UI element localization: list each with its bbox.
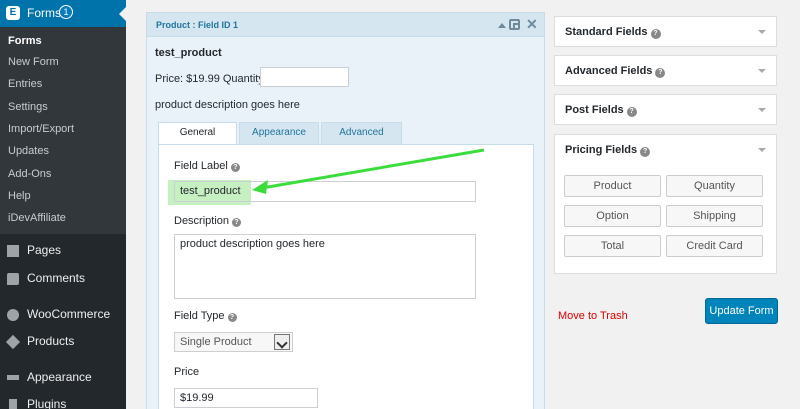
description-heading: Description? (174, 215, 242, 227)
add-option-button[interactable]: Option (564, 205, 661, 227)
sidebar-item-woocommerce[interactable]: WooCommerce (0, 306, 126, 328)
pin-icon (5, 334, 21, 350)
collapse-triangle-icon[interactable] (498, 23, 506, 28)
field-panel-header: Product : Field ID 1 ✕ (147, 13, 544, 37)
section-title: Standard Fields? (565, 26, 661, 39)
chevron-down-icon[interactable] (758, 148, 766, 152)
sidebar-item-comments[interactable]: Comments (0, 270, 126, 292)
tab-advanced[interactable]: Advanced (321, 122, 402, 144)
sidebar-item-label: Forms (27, 6, 61, 20)
help-icon[interactable]: ? (650, 29, 661, 39)
help-icon[interactable]: ? (227, 313, 237, 322)
forms-submenu: Forms New Form Entries Settings Import/E… (0, 27, 126, 234)
add-credit-card-button[interactable]: Credit Card (666, 235, 763, 257)
woocommerce-gear-icon (7, 309, 19, 321)
add-total-button[interactable]: Total (564, 235, 661, 257)
add-quantity-button[interactable]: Quantity (666, 175, 763, 197)
section-title: Pricing Fields? (565, 144, 651, 157)
submenu-import-export[interactable]: Import/Export (8, 123, 74, 135)
field-editor-panel: Product : Field ID 1 ✕ test_product Pric… (146, 12, 545, 409)
submenu-add-ons[interactable]: Add-Ons (8, 168, 51, 180)
chevron-down-icon (758, 108, 766, 112)
field-panel-title: Product : Field ID 1 (156, 20, 239, 30)
pricing-fields-section: Pricing Fields? Product Quantity Option … (554, 134, 777, 274)
help-icon[interactable]: ? (626, 107, 637, 117)
sidebar-item-pages[interactable]: Pages (0, 242, 126, 264)
field-type-select[interactable]: Single Product (174, 332, 293, 352)
price-input[interactable]: $19.99 (174, 388, 318, 408)
sidebar-item-appearance[interactable]: Appearance (0, 369, 126, 391)
preview-quantity-input[interactable] (260, 67, 349, 87)
tab-appearance[interactable]: Appearance (239, 122, 319, 144)
general-tab-content: Field Label? test_product Description? p… (158, 144, 534, 409)
sidebar-item-forms[interactable]: E Forms 1 (0, 0, 126, 27)
close-icon[interactable]: ✕ (526, 16, 538, 33)
sidebar-item-label: Appearance (27, 370, 92, 384)
duplicate-icon[interactable] (509, 19, 520, 30)
gravity-forms-icon: E (6, 6, 20, 20)
preview-description: product description goes here (155, 99, 300, 111)
description-textarea[interactable]: product description goes here (174, 234, 476, 299)
section-title: Advanced Fields? (565, 65, 666, 78)
pages-icon (7, 245, 19, 257)
chevron-down-icon (758, 30, 766, 34)
move-to-trash-link[interactable]: Move to Trash (558, 310, 628, 322)
sidebar-item-label: Plugins (27, 397, 67, 409)
help-icon[interactable]: ? (640, 147, 651, 157)
standard-fields-section[interactable]: Standard Fields? (554, 16, 777, 47)
field-type-heading: Field Type? (174, 310, 237, 322)
advanced-fields-section[interactable]: Advanced Fields? (554, 55, 777, 86)
preview-price-text: Price: $19.99 Quantity: (155, 73, 267, 85)
help-icon[interactable]: ? (232, 218, 242, 227)
preview-field-name: test_product (155, 47, 222, 59)
paintbrush-icon (7, 375, 19, 380)
submenu-help[interactable]: Help (8, 190, 31, 202)
current-menu-arrow (119, 7, 126, 21)
sidebar-item-label: Products (27, 334, 75, 348)
sidebar-item-label: WooCommerce (27, 307, 111, 321)
price-heading: Price (174, 366, 200, 378)
section-title: Post Fields? (565, 104, 637, 117)
add-shipping-button[interactable]: Shipping (666, 205, 763, 227)
help-icon[interactable]: ? (655, 68, 666, 78)
submenu-new-form[interactable]: New Form (8, 56, 59, 68)
comments-icon (7, 273, 19, 285)
submenu-forms[interactable]: Forms (8, 35, 42, 47)
tab-general[interactable]: General (158, 122, 237, 145)
plug-icon (9, 399, 17, 409)
update-form-button[interactable]: Update Form (705, 298, 778, 324)
sidebar-item-products[interactable]: Products (0, 333, 126, 355)
submenu-entries[interactable]: Entries (8, 78, 42, 90)
admin-sidebar: E Forms 1 Forms New Form Entries Setting… (0, 0, 126, 409)
field-type-value: Single Product (180, 336, 252, 348)
help-icon[interactable]: ? (230, 163, 240, 172)
add-product-button[interactable]: Product (564, 175, 661, 197)
sidebar-item-label: Pages (27, 243, 62, 257)
submenu-settings[interactable]: Settings (8, 101, 48, 113)
chevron-down-icon (274, 334, 290, 350)
field-label-input[interactable]: test_product (174, 181, 476, 202)
sidebar-item-label: Comments (27, 271, 86, 285)
update-count-badge: 1 (59, 5, 73, 19)
chevron-down-icon (758, 69, 766, 73)
submenu-updates[interactable]: Updates (8, 145, 49, 157)
post-fields-section[interactable]: Post Fields? (554, 94, 777, 125)
field-label-heading: Field Label? (174, 160, 240, 172)
submenu-idevaffiliate[interactable]: iDevAffiliate (8, 212, 66, 224)
sidebar-item-plugins[interactable]: Plugins (0, 396, 126, 409)
